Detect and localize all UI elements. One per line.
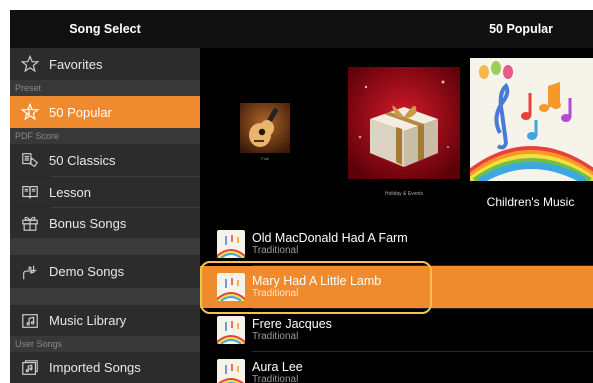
section-header-pdf-score: PDF Score <box>10 128 200 144</box>
sidebar-title: Song Select <box>10 10 200 48</box>
sidebar-item-50-popular[interactable]: 50 Popular <box>10 96 200 128</box>
gift-icon <box>19 213 41 233</box>
page-title: 50 Popular <box>200 10 593 48</box>
song-row-2[interactable]: Frere Jacques Traditional <box>200 309 593 351</box>
song-thumbnail <box>217 230 245 258</box>
sidebar-spacer <box>10 288 200 305</box>
sidebar-item-demo-songs[interactable]: Demo Songs <box>10 255 200 288</box>
sidebar-item-label: Music Library <box>49 313 127 328</box>
song-title: Mary Had A Little Lamb <box>252 274 382 288</box>
song-row-1[interactable]: Mary Had A Little Lamb Traditional <box>200 266 593 308</box>
sidebar-item-favorites[interactable]: Favorites <box>10 48 200 80</box>
song-subtitle: Traditional <box>252 245 299 256</box>
sidebar-item-label: Bonus Songs <box>49 215 127 231</box>
music-library-icon <box>19 311 41 331</box>
song-row-0[interactable]: Old MacDonald Had A Farm Traditional <box>200 223 593 265</box>
song-thumbnail <box>217 273 245 301</box>
song-title: Frere Jacques <box>252 317 332 331</box>
song-subtitle: Traditional <box>252 331 299 342</box>
sidebar-item-music-library[interactable]: Music Library <box>10 305 200 336</box>
sidebar-item-label: Imported Songs <box>49 360 141 375</box>
piano-score-icon <box>19 150 41 170</box>
sidebar-item-label: Demo Songs <box>49 264 125 279</box>
folk-guitar-artwork <box>240 103 290 153</box>
category-childrens-music[interactable]: Children's Music <box>468 58 593 223</box>
song-thumbnail <box>217 316 245 344</box>
holiday-gift-artwork <box>348 67 460 179</box>
section-header-user-songs: User Songs <box>10 336 200 352</box>
star-icon <box>19 54 41 74</box>
sidebar-item-lesson[interactable]: Lesson <box>10 177 200 207</box>
category-caption: Folk <box>261 156 269 161</box>
song-title: Old MacDonald Had A Farm <box>252 231 408 245</box>
song-subtitle: Traditional <box>252 374 299 383</box>
book-icon <box>19 182 41 202</box>
song-subtitle: Traditional <box>252 288 299 299</box>
sidebar-spacer <box>10 238 200 255</box>
sidebar-item-imported-songs[interactable]: Imported Songs <box>10 352 200 383</box>
main-panel: 50 Popular Folk Holiday & Events Childre… <box>200 10 593 383</box>
sidebar-item-label: 50 Classics <box>49 152 116 168</box>
sidebar: Song Select Favorites Preset 50 Popular … <box>10 10 200 383</box>
sidebar-item-50-classics[interactable]: 50 Classics <box>10 144 200 176</box>
section-header-preset: Preset <box>10 80 200 96</box>
category-folk[interactable]: Folk <box>235 98 295 168</box>
sidebar-item-bonus-songs[interactable]: Bonus Songs <box>10 208 200 238</box>
sidebar-item-label: Lesson <box>49 184 91 200</box>
song-row-3[interactable]: Aura Lee Traditional <box>200 352 593 383</box>
sidebar-item-label: Favorites <box>49 56 103 72</box>
category-holiday-events[interactable]: Holiday & Events <box>348 67 460 202</box>
sidebar-item-label: 50 Popular <box>49 104 112 120</box>
song-select-screen: Song Select Favorites Preset 50 Popular … <box>10 10 593 383</box>
song-title: Aura Lee <box>252 360 303 374</box>
category-caption: Children's Music <box>486 195 575 209</box>
category-caption: Holiday & Events <box>384 191 424 197</box>
song-thumbnail <box>217 359 245 383</box>
imported-file-icon <box>19 358 41 378</box>
childrens-music-artwork <box>470 58 593 181</box>
hand-note-icon <box>19 262 41 282</box>
star-note-icon <box>19 102 41 122</box>
